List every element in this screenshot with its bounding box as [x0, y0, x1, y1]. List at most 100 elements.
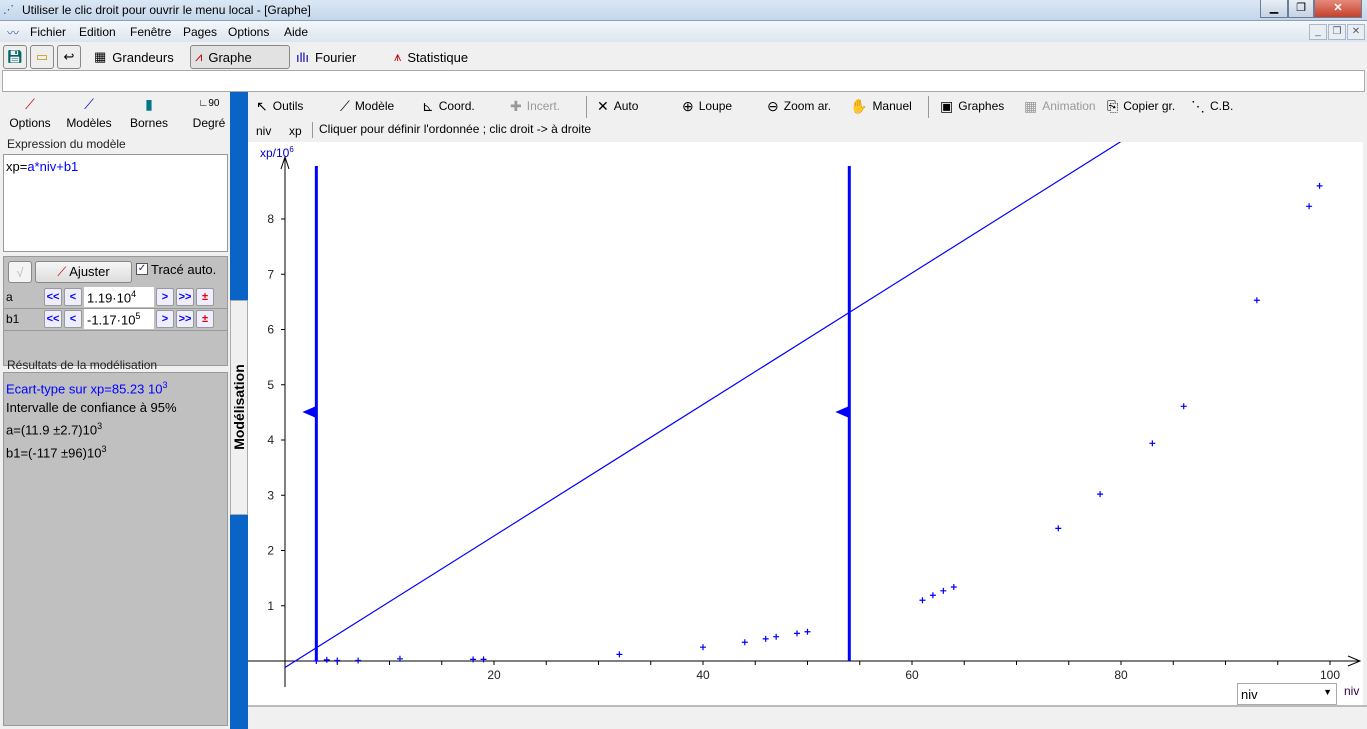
tool-animation[interactable]: ▦ Animation	[1024, 97, 1096, 115]
tool-auto[interactable]: ✕ Auto	[597, 97, 638, 115]
modelisation-side-tab[interactable]: Modélisation	[230, 300, 248, 515]
confidence-line: Intervalle de confiance à 95%	[6, 400, 177, 416]
decrease-button[interactable]: <	[64, 288, 82, 306]
tab-label: Graphe	[208, 49, 252, 65]
trace-auto-checkbox[interactable]: ✓	[136, 263, 148, 275]
tool-copiergr[interactable]: ⎘ Copier gr.	[1107, 97, 1175, 115]
restore-button[interactable]: ❐	[1288, 0, 1314, 18]
cursor-handle	[302, 406, 317, 418]
b1-result-line: b1=(-117 ±96)103	[6, 440, 225, 462]
data-point	[940, 587, 947, 594]
tool-label: Options	[9, 116, 51, 130]
x-variable-select[interactable]: niv ▼	[1237, 683, 1337, 705]
options-button[interactable]: ⟋ Options	[2, 92, 58, 130]
tool-label: Bornes	[129, 116, 169, 130]
minimize-button[interactable]: ▁	[1260, 0, 1288, 18]
tool-outils[interactable]: ↖ Outils	[256, 97, 303, 115]
tool-coord[interactable]: ⊾ Coord.	[422, 97, 475, 115]
uncertainty-button[interactable]: ±	[196, 288, 214, 306]
options-icon: ⟋	[25, 96, 35, 112]
modle-icon: ⟋	[340, 97, 350, 114]
data-point	[762, 635, 769, 642]
tab-statistique[interactable]: ⩚ Statistique	[390, 45, 472, 69]
mdi-restore-button[interactable]: ❐	[1328, 24, 1346, 40]
increase-fast-button[interactable]: >>	[176, 310, 194, 328]
decrease-fast-button[interactable]: <<	[44, 288, 62, 306]
uncertainty-button[interactable]: ±	[196, 310, 214, 328]
x-tick-label: 80	[1114, 668, 1128, 682]
app-icon: ⋰	[3, 4, 14, 16]
y-tick-label: 3	[267, 488, 274, 502]
copiergr-icon: ⎘	[1107, 97, 1119, 114]
mdi-minimize-button[interactable]: _	[1309, 24, 1327, 40]
decrease-fast-button[interactable]: <<	[44, 310, 62, 328]
decrease-button[interactable]: <	[64, 310, 82, 328]
tool-incert[interactable]: ✚ Incert.	[510, 97, 560, 115]
mdi-close-button[interactable]: ✕	[1347, 24, 1365, 40]
spectrum-icon: ıllı	[296, 49, 309, 65]
divider	[586, 96, 587, 118]
modeles-button[interactable]: ⟋ Modèles	[61, 92, 117, 130]
increase-button[interactable]: >	[156, 288, 174, 306]
tab-label: Fourier	[315, 49, 357, 65]
validate-button[interactable]: √	[8, 261, 32, 283]
table-icon: ▦	[94, 49, 107, 64]
menu-fenetre[interactable]: Fenêtre	[130, 25, 171, 39]
graph-area[interactable]: 20 40 60 80 100 1 2 3 4 5 6 7 8 xp/106	[248, 0, 1363, 705]
folder-icon: ▭	[35, 49, 49, 64]
x-tick-label: 60	[905, 668, 919, 682]
save-button[interactable]: 💾︎	[3, 45, 27, 69]
tool-modle[interactable]: ⟋ Modèle	[340, 97, 394, 115]
menu-bar: 〰 Fichier Edition Fenêtre Pages Options …	[0, 21, 1367, 42]
undo-button[interactable]: ↩	[57, 45, 81, 69]
param-value-input[interactable]: 1.19·104	[84, 287, 154, 307]
param-value-input[interactable]: -1.17·105	[84, 309, 154, 329]
std-dev-text: Ecart-type sur xp=85.23 10	[6, 381, 163, 397]
tool-cb[interactable]: ⋱ C.B.	[1191, 97, 1233, 115]
data-point	[323, 656, 330, 663]
tool-label: Zoom ar.	[783, 99, 832, 113]
hint-text: Cliquer pour définir l'ordonnée ; clic d…	[319, 122, 592, 136]
increase-fast-button[interactable]: >>	[176, 288, 194, 306]
menu-pages[interactable]: Pages	[183, 25, 217, 39]
command-input[interactable]	[2, 70, 1365, 92]
menu-options[interactable]: Options	[228, 25, 269, 39]
param-name: a	[6, 290, 13, 304]
var-niv[interactable]: niv	[256, 124, 271, 138]
y-tick-label: 4	[267, 433, 274, 447]
y-axis-label: xp/106	[260, 145, 294, 160]
tab-grandeurs[interactable]: ▦ Grandeurs	[90, 45, 178, 69]
param-row-b1: b1 << < -1.17·105 > >> ±	[4, 309, 227, 331]
tab-graphe[interactable]: ⩘ Graphe	[190, 45, 290, 69]
param-exponent: 4	[131, 289, 137, 299]
menu-edition[interactable]: Edition	[79, 25, 116, 39]
tab-label: Statistique	[407, 49, 469, 65]
scatter-plot[interactable]: 20 40 60 80 100 1 2 3 4 5 6 7 8 xp/106	[248, 0, 1363, 705]
chevron-down-icon: ▼	[1323, 687, 1332, 697]
open-button[interactable]: ▭	[30, 45, 54, 69]
tool-zoomar[interactable]: ⊖ Zoom ar.	[767, 97, 831, 115]
increase-button[interactable]: >	[156, 310, 174, 328]
b1-result-exp: 3	[101, 443, 107, 454]
tool-manuel[interactable]: ✋ Manuel	[850, 97, 912, 115]
a-result-line: a=(11.9 ±2.7)103	[6, 417, 225, 439]
tool-label: Animation	[1042, 99, 1096, 113]
y-tick-label: 2	[267, 544, 274, 558]
var-xp[interactable]: xp	[289, 124, 302, 138]
tool-label: Copier gr.	[1123, 99, 1176, 113]
close-button[interactable]: ✕	[1314, 0, 1362, 18]
y-tick-label: 8	[267, 212, 274, 226]
degre-button[interactable]: ∟90 Degré	[181, 92, 237, 130]
tool-loupe[interactable]: ⊕ Loupe	[682, 97, 732, 115]
menu-fichier[interactable]: Fichier	[30, 25, 66, 39]
ajuster-button[interactable]: ⟋ Ajuster	[35, 261, 132, 283]
y-tick-label: 6	[267, 323, 274, 337]
tool-label: Modèles	[66, 116, 112, 130]
bornes-button[interactable]: ▮ Bornes	[121, 92, 177, 130]
menu-aide[interactable]: Aide	[284, 25, 308, 39]
expression-editor[interactable]: xp=a*niv+b1	[3, 154, 228, 252]
tab-fourier[interactable]: ıllı Fourier	[292, 45, 360, 69]
tool-label: Loupe	[698, 99, 733, 113]
divider	[928, 96, 929, 118]
tool-graphes[interactable]: ▣ Graphes	[940, 97, 1004, 115]
